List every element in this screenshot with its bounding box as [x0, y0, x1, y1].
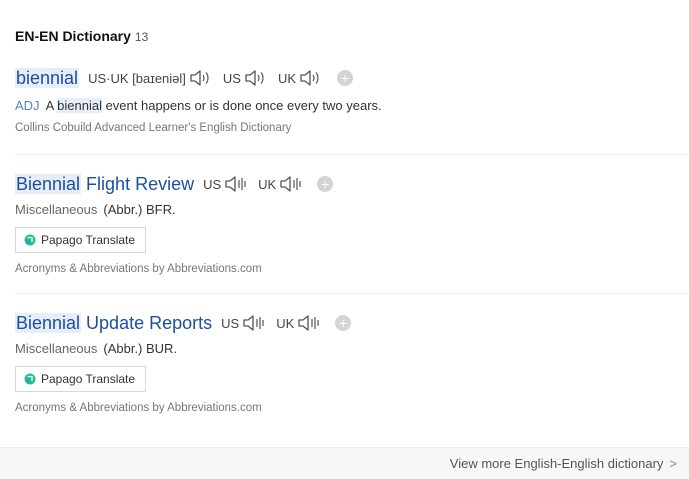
footer-bar: View more English-English dictionary > — [0, 447, 689, 479]
divider — [15, 293, 689, 294]
chevron-right-icon: > — [669, 456, 677, 471]
definition: ADJ A biennial event happens or is done o… — [15, 98, 689, 113]
speaker-icon[interactable] — [297, 313, 321, 333]
dictionary-header: EN-EN Dictionary 13 — [15, 28, 148, 44]
result-count: 13 — [134, 30, 149, 44]
pronunciation-group: US UK + — [221, 313, 352, 333]
headword-link[interactable]: Biennial Update Reports — [15, 312, 213, 334]
abbreviation-text: (Abbr.) BFR. — [103, 202, 176, 217]
speaker-icon[interactable] — [189, 68, 213, 88]
papago-translate-label: Papago Translate — [41, 372, 136, 386]
part-of-speech: ADJ — [15, 98, 40, 113]
papago-translate-button[interactable]: Papago Translate — [15, 227, 147, 253]
uk-label: UK — [277, 70, 297, 86]
us-label: US — [222, 70, 241, 86]
definition-text-start: A — [45, 98, 58, 113]
uk-label: UK — [258, 176, 277, 192]
papago-icon — [24, 234, 36, 246]
definition-highlight: biennial — [57, 98, 102, 113]
speaker-icon[interactable] — [224, 174, 248, 194]
headword-link[interactable]: biennial — [15, 67, 80, 89]
papago-translate-label: Papago Translate — [41, 233, 136, 247]
category-label: Miscellaneous — [15, 341, 98, 356]
dictionary-title: EN-EN Dictionary — [15, 28, 131, 44]
abbreviation-line: Miscellaneous (Abbr.) BFR. — [15, 202, 689, 217]
abbreviation-line: Miscellaneous (Abbr.) BUR. — [15, 341, 689, 356]
papago-translate-button[interactable]: Papago Translate — [15, 366, 147, 392]
speaker-icon[interactable] — [299, 68, 323, 88]
divider — [15, 154, 689, 155]
headword-link[interactable]: Biennial Flight Review — [15, 173, 195, 195]
entry-biennial: biennial US·UK [baɪeniəl] US UK + ADJ A b… — [15, 64, 689, 134]
us-label: US — [203, 176, 222, 192]
plus-icon[interactable]: + — [335, 315, 352, 331]
source-citation: Collins Cobuild Advanced Learner's Engli… — [15, 122, 292, 134]
headword-highlight: Biennial — [15, 312, 82, 333]
abbreviation-text: (Abbr.) BUR. — [103, 341, 178, 356]
source-citation: Acronyms & Abbreviations by Abbreviation… — [15, 263, 262, 275]
headword-rest: Update Reports — [81, 312, 213, 333]
us-label: US — [221, 315, 240, 331]
source-citation: Acronyms & Abbreviations by Abbreviation… — [15, 402, 262, 414]
headword-rest: Flight Review — [81, 173, 195, 194]
entry-biennial-update-reports: Biennial Update Reports US UK + Miscella… — [15, 309, 689, 414]
headword-highlight: Biennial — [15, 173, 82, 194]
view-more-link[interactable]: View more English-English dictionary > — [450, 456, 677, 471]
uk-label: UK — [276, 315, 295, 331]
plus-icon[interactable]: + — [337, 70, 354, 86]
category-label: Miscellaneous — [15, 202, 98, 217]
entry-biennial-flight-review: Biennial Flight Review US UK + Miscellan… — [15, 170, 689, 275]
headword-highlight: biennial — [15, 67, 80, 88]
definition-text-end: event happens or is done once every two … — [101, 98, 382, 113]
view-more-label: View more English-English dictionary — [449, 456, 664, 471]
pronunciation-group: US UK + — [203, 174, 334, 194]
speaker-icon[interactable] — [244, 68, 268, 88]
papago-icon — [24, 373, 36, 385]
pronunciation-group: US·UK [baɪeniəl] US UK + — [88, 68, 354, 88]
speaker-icon[interactable] — [279, 174, 303, 194]
speaker-icon[interactable] — [242, 313, 266, 333]
pronunciation-text: US·UK [baɪeniəl] — [88, 70, 186, 86]
plus-icon[interactable]: + — [317, 176, 334, 192]
